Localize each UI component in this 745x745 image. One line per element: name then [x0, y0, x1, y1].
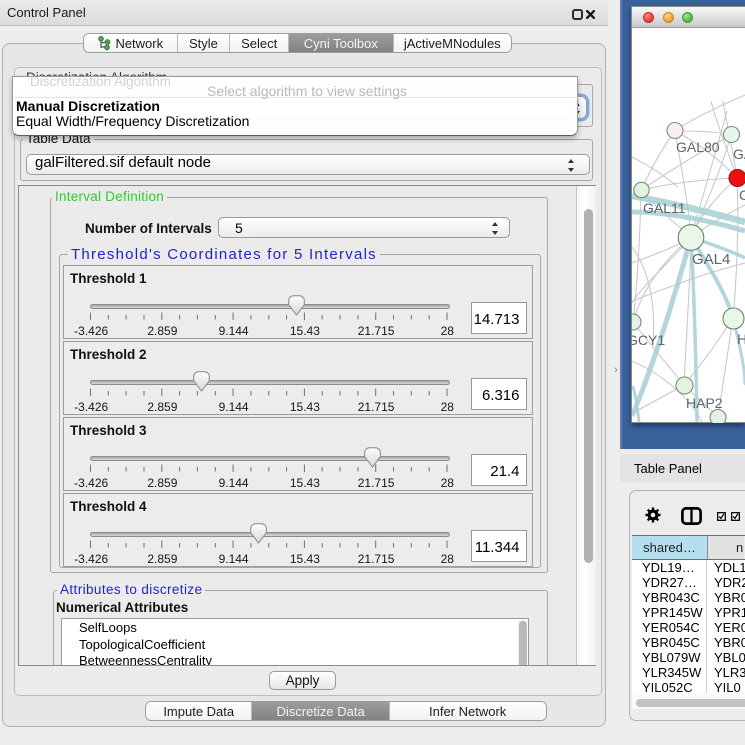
svg-text:HAP2: HAP2	[686, 395, 723, 411]
svg-text:GA: GA	[733, 146, 745, 162]
svg-text:GAL4: GAL4	[692, 251, 730, 268]
svg-text:GAL11: GAL11	[643, 200, 686, 216]
svg-text:H: H	[737, 331, 745, 347]
svg-text:GAL80: GAL80	[676, 139, 720, 155]
svg-text:GCY1: GCY1	[632, 332, 665, 348]
svg-text:C: C	[739, 187, 745, 203]
